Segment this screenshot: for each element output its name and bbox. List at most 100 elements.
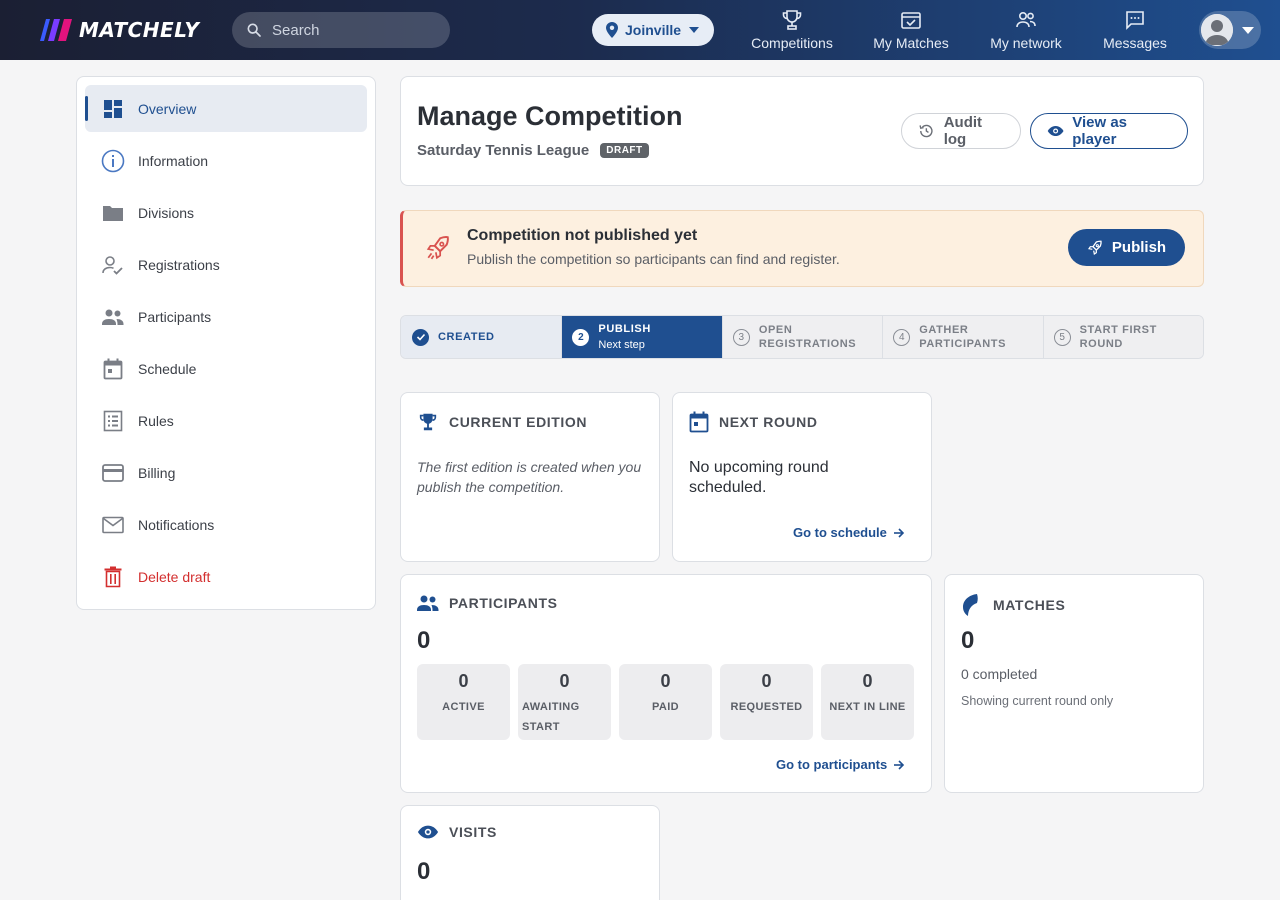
participants-total: 0 bbox=[417, 627, 431, 654]
audit-log-label: Audit log bbox=[943, 114, 983, 148]
stat-paid: 0 PAID bbox=[619, 664, 712, 740]
matches-note: Showing current round only bbox=[961, 694, 1114, 708]
sidebar-item-rules[interactable]: Rules bbox=[85, 397, 367, 444]
competition-subtitle: Saturday Tennis League DRAFT bbox=[417, 142, 649, 159]
publish-label: Publish bbox=[1111, 239, 1167, 256]
step-created[interactable]: CREATED bbox=[401, 316, 563, 358]
competition-name: Saturday Tennis League bbox=[417, 142, 590, 159]
link-text: Go to participants bbox=[776, 757, 888, 772]
chat-icon bbox=[1126, 11, 1144, 30]
nav-my-matches[interactable]: My Matches bbox=[872, 8, 950, 54]
card-title: MATCHES bbox=[961, 593, 1065, 617]
matches-total: 0 bbox=[961, 627, 975, 654]
sidebar-item-label: Overview bbox=[138, 100, 197, 117]
card-title-text: CURRENT EDITION bbox=[449, 414, 588, 430]
people-icon bbox=[101, 305, 125, 329]
step-sublabel: Next step bbox=[598, 339, 645, 351]
top-navigation-bar: MATCHELY Joinville Competitions My Match… bbox=[0, 0, 1280, 60]
sidebar-item-label: Divisions bbox=[138, 204, 195, 221]
go-to-participants-link[interactable]: Go to participants bbox=[776, 757, 905, 772]
sidebar-item-label: Registrations bbox=[138, 256, 220, 273]
stat-value: 0 bbox=[458, 671, 469, 691]
publish-button[interactable]: Publish bbox=[1068, 229, 1185, 266]
step-publish[interactable]: 2 PUBLISH Next step bbox=[562, 316, 723, 358]
sidebar-item-participants[interactable]: Participants bbox=[85, 293, 367, 340]
logo-text: MATCHELY bbox=[79, 18, 200, 42]
avatar bbox=[1201, 14, 1233, 46]
matchely-logo[interactable]: MATCHELY bbox=[36, 17, 199, 43]
rocket-icon bbox=[1087, 240, 1102, 255]
sidebar-item-registrations[interactable]: Registrations bbox=[85, 241, 367, 288]
stat-label: AWAITING START bbox=[522, 701, 580, 733]
next-round-text: No upcoming round scheduled. bbox=[689, 459, 829, 496]
eye-icon bbox=[1047, 125, 1064, 137]
step-label: OPEN bbox=[758, 324, 793, 336]
location-pin-icon bbox=[606, 22, 618, 38]
visits-total: 0 bbox=[417, 858, 431, 885]
step-label: CREATED bbox=[438, 331, 495, 343]
current-edition-text: The first edition is created when you pu… bbox=[417, 459, 642, 495]
stat-requested: 0 REQUESTED bbox=[720, 664, 813, 740]
step-label: GATHER bbox=[919, 324, 969, 336]
step-start-first-round[interactable]: 5 START FIRST ROUND bbox=[1043, 316, 1203, 358]
sidebar-item-label: Rules bbox=[138, 412, 174, 429]
nav-competitions-label: Competitions bbox=[751, 35, 833, 51]
sidebar-item-delete-draft[interactable]: Delete draft bbox=[85, 553, 367, 600]
nav-my-network-label: My network bbox=[990, 35, 1062, 51]
location-label: Joinville bbox=[625, 22, 682, 38]
card-title: CURRENT EDITION bbox=[417, 411, 587, 433]
location-selector[interactable]: Joinville bbox=[592, 14, 714, 46]
step-open-registrations[interactable]: 3 OPEN REGISTRATIONS bbox=[722, 316, 884, 358]
page-header-card: Manage Competition Saturday Tennis Leagu… bbox=[400, 76, 1204, 186]
alert-title: Competition not published yet bbox=[467, 227, 698, 244]
search-box[interactable] bbox=[232, 12, 450, 48]
step-label-line2: ROUND bbox=[1079, 338, 1123, 350]
stat-label: PAID bbox=[651, 701, 680, 713]
user-menu-button[interactable] bbox=[1199, 11, 1261, 49]
search-input[interactable] bbox=[272, 21, 432, 39]
stat-value: 0 bbox=[761, 671, 772, 691]
current-edition-card: CURRENT EDITION The first edition is cre… bbox=[400, 392, 660, 562]
tennis-ball-icon bbox=[963, 594, 978, 616]
nav-my-network[interactable]: My network bbox=[988, 8, 1064, 54]
nav-competitions[interactable]: Competitions bbox=[751, 8, 833, 54]
audit-log-button[interactable]: Audit log bbox=[901, 113, 1021, 149]
go-to-schedule-link[interactable]: Go to schedule bbox=[793, 525, 905, 540]
info-icon bbox=[101, 149, 125, 173]
sidebar-item-divisions[interactable]: Divisions bbox=[85, 189, 367, 236]
sidebar-item-information[interactable]: Information bbox=[85, 137, 367, 184]
check-circle-icon bbox=[412, 328, 429, 346]
step-gather-participants[interactable]: 4 GATHER PARTICIPANTS bbox=[883, 316, 1044, 358]
step-number: 2 bbox=[572, 328, 590, 346]
alert-text: Publish the competition so participants … bbox=[467, 251, 840, 267]
progress-stepper: CREATED 2 PUBLISH Next step 3 OPEN REGISTR… bbox=[400, 315, 1204, 359]
sidebar-item-notifications[interactable]: Notifications bbox=[85, 501, 367, 548]
view-as-player-label: View as player bbox=[1072, 114, 1127, 148]
stat-value: 0 bbox=[862, 671, 873, 691]
step-label-line2: PARTICIPANTS bbox=[919, 338, 1007, 350]
calendar-icon bbox=[101, 357, 125, 381]
step-number: 5 bbox=[1053, 328, 1071, 346]
logo-mark-icon bbox=[36, 17, 74, 43]
link-text: Go to schedule bbox=[793, 525, 887, 540]
folder-icon bbox=[101, 201, 125, 225]
sidebar-item-schedule[interactable]: Schedule bbox=[85, 345, 367, 392]
step-label-line2: REGISTRATIONS bbox=[758, 338, 857, 350]
sidebar-item-billing[interactable]: Billing bbox=[85, 449, 367, 496]
sidebar-item-label: Information bbox=[138, 152, 209, 169]
nav-messages[interactable]: Messages bbox=[1102, 8, 1168, 54]
people-outline-icon bbox=[1016, 12, 1036, 28]
sidebar-item-overview[interactable]: Overview bbox=[85, 85, 367, 132]
page-title: Manage Competition bbox=[417, 101, 683, 131]
dashboard-icon bbox=[101, 97, 125, 121]
matches-completed: 0 completed bbox=[961, 666, 1038, 682]
stat-label: ACTIVE bbox=[442, 701, 485, 713]
sidebar-item-label: Schedule bbox=[138, 360, 197, 377]
stat-value: 0 bbox=[559, 671, 570, 691]
chevron-down-icon bbox=[689, 27, 700, 33]
view-as-player-button[interactable]: View as player bbox=[1030, 113, 1188, 149]
participants-card: PARTICIPANTS 0 0 ACTIVE 0 AWAITING START… bbox=[400, 574, 932, 793]
visits-card: VISITS 0 bbox=[400, 805, 660, 900]
step-number: 4 bbox=[893, 328, 911, 346]
matches-card: MATCHES 0 0 completed Showing current ro… bbox=[944, 574, 1204, 793]
